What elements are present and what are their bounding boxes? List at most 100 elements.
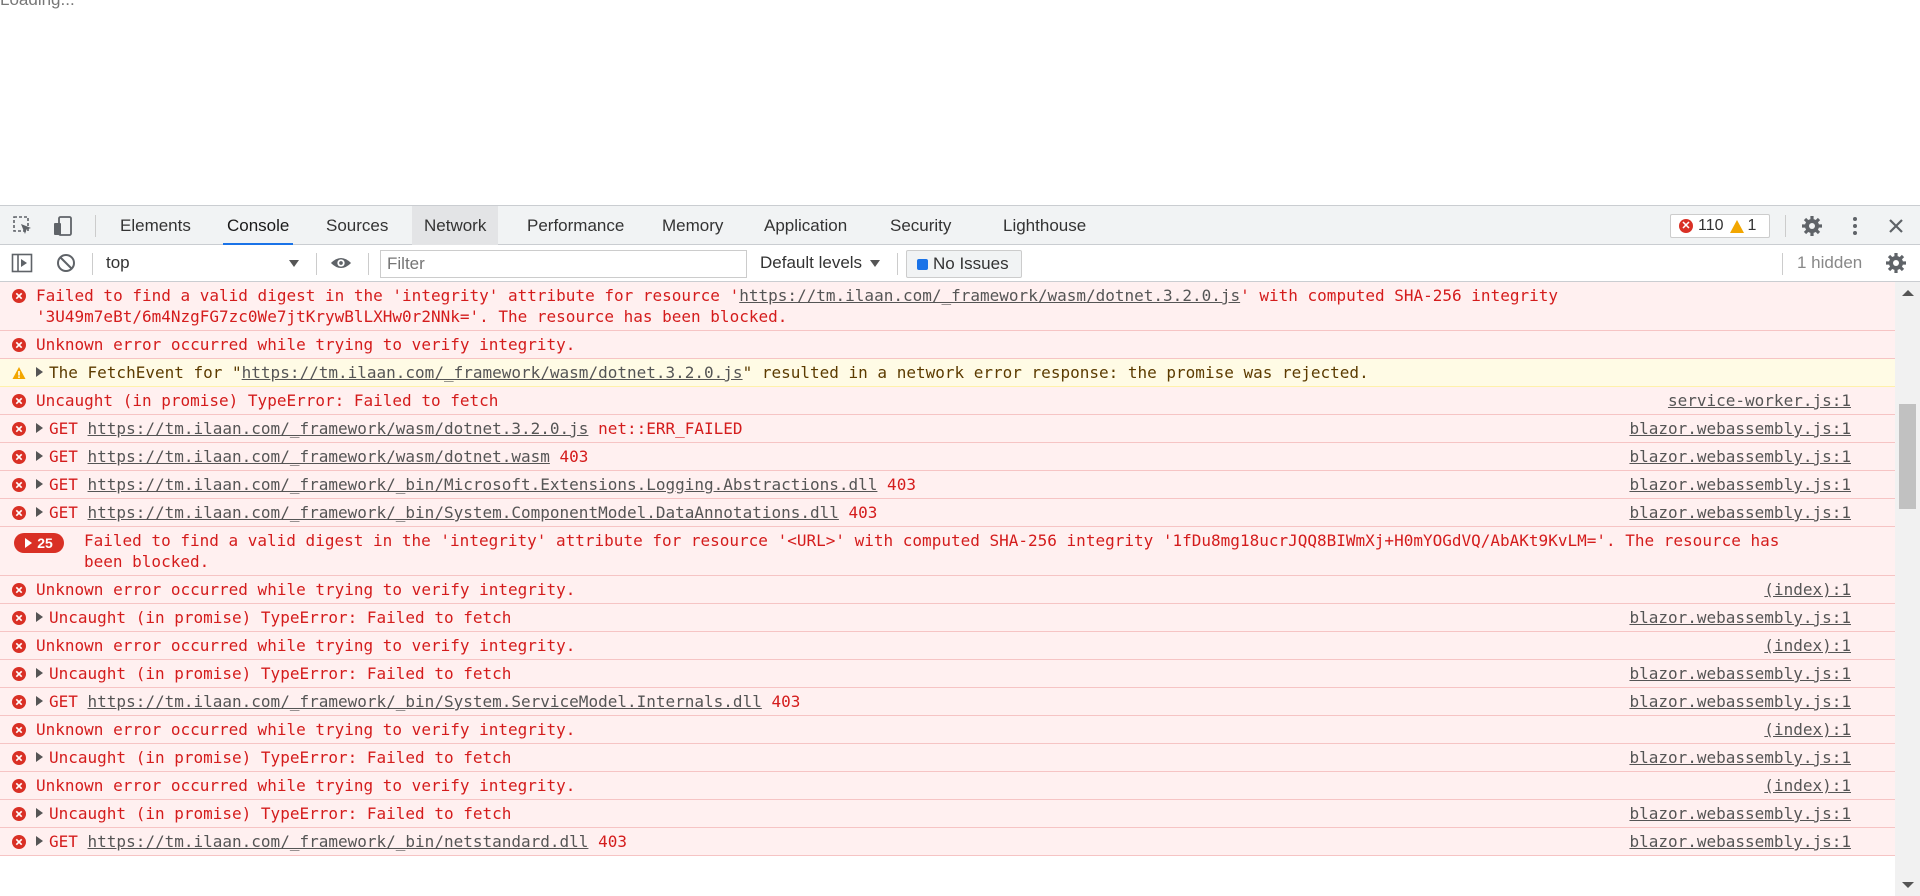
source-link[interactable]: (index):1 [1764, 775, 1851, 796]
resource-link[interactable]: https://tm.ilaan.com/_framework/_bin/Sys… [88, 692, 762, 711]
repeat-count-badge[interactable]: 25 [14, 533, 64, 553]
expand-triangle-icon[interactable] [36, 696, 43, 706]
live-expression-eye-icon[interactable] [330, 252, 352, 274]
source-link[interactable]: (index):1 [1764, 635, 1851, 656]
clear-console-icon[interactable] [55, 252, 77, 274]
console-error-message[interactable]: Uncaught (in promise) TypeError: Failed … [0, 800, 1895, 828]
tab-console[interactable]: Console [222, 206, 294, 245]
expand-triangle-icon[interactable] [36, 479, 43, 489]
source-link[interactable]: service-worker.js:1 [1668, 390, 1851, 411]
console-error-message: Uncaught (in promise) TypeError: Failed … [0, 387, 1895, 415]
tab-application[interactable]: Application [764, 206, 847, 245]
message-text: Unknown error occurred while trying to v… [36, 776, 575, 795]
message-text: Failed to find a valid digest in the 'in… [36, 286, 1558, 326]
console-error-message[interactable]: GET https://tm.ilaan.com/_framework/wasm… [0, 415, 1895, 443]
toolbar-divider [368, 253, 369, 275]
console-error-message[interactable]: GET https://tm.ilaan.com/_framework/_bin… [0, 828, 1895, 856]
message-fragment: Uncaught (in promise) TypeError: Failed … [49, 748, 512, 767]
tab-sources[interactable]: Sources [326, 206, 388, 245]
context-selector[interactable]: top [100, 251, 305, 275]
source-link[interactable]: blazor.webassembly.js:1 [1629, 747, 1851, 768]
source-link[interactable]: blazor.webassembly.js:1 [1629, 607, 1851, 628]
issue-counts-badge[interactable]: ✕ 110 1 [1670, 214, 1770, 238]
console-error-message: Failed to find a valid digest in the 'in… [0, 282, 1895, 331]
filter-input[interactable] [380, 250, 747, 278]
tab-network[interactable]: Network [412, 206, 499, 245]
tab-memory[interactable]: Memory [662, 206, 723, 245]
source-link[interactable]: blazor.webassembly.js:1 [1629, 691, 1851, 712]
resource-link[interactable]: https://tm.ilaan.com/_framework/wasm/dot… [242, 363, 743, 382]
console-warning-message[interactable]: The FetchEvent for "https://tm.ilaan.com… [0, 359, 1895, 387]
resource-link[interactable]: https://tm.ilaan.com/_framework/_bin/Sys… [88, 503, 839, 522]
console-error-message[interactable]: GET https://tm.ilaan.com/_framework/_bin… [0, 688, 1895, 716]
message-fragment: GET [49, 447, 88, 466]
resource-link[interactable]: https://tm.ilaan.com/_framework/_bin/Mic… [88, 475, 878, 494]
resource-link[interactable]: https://tm.ilaan.com/_framework/wasm/dot… [88, 447, 550, 466]
source-link[interactable]: blazor.webassembly.js:1 [1629, 803, 1851, 824]
source-link[interactable]: blazor.webassembly.js:1 [1629, 502, 1851, 523]
settings-gear-icon[interactable] [1801, 215, 1823, 237]
error-icon [12, 806, 26, 825]
expand-triangle-icon[interactable] [36, 423, 43, 433]
console-error-message: 25 Failed to find a valid digest in the '… [0, 527, 1895, 576]
scroll-down-arrow-icon[interactable] [1902, 882, 1914, 888]
source-link[interactable]: blazor.webassembly.js:1 [1629, 446, 1851, 467]
console-error-message[interactable]: GET https://tm.ilaan.com/_framework/_bin… [0, 499, 1895, 527]
message-fragment: Uncaught (in promise) TypeError: Failed … [49, 608, 512, 627]
resource-link[interactable]: https://tm.ilaan.com/_framework/wasm/dot… [739, 286, 1240, 305]
error-icon [12, 610, 26, 629]
console-error-message[interactable]: GET https://tm.ilaan.com/_framework/_bin… [0, 471, 1895, 499]
console-toolbar: top Default levels No Issues 1 hidden [0, 245, 1920, 282]
message-fragment: 403 [549, 447, 589, 466]
expand-triangle-icon[interactable] [36, 612, 43, 622]
message-fragment: Uncaught (in promise) TypeError: Failed … [49, 804, 512, 823]
tab-security[interactable]: Security [890, 206, 951, 245]
source-link[interactable]: blazor.webassembly.js:1 [1629, 831, 1851, 852]
resource-link[interactable]: https://tm.ilaan.com/_framework/wasm/dot… [88, 419, 589, 438]
message-text: GET https://tm.ilaan.com/_framework/_bin… [36, 503, 877, 522]
console-scrollbar[interactable] [1895, 282, 1920, 896]
close-icon[interactable] [1885, 215, 1907, 237]
resource-link[interactable]: https://tm.ilaan.com/_framework/_bin/net… [88, 832, 589, 851]
source-link[interactable]: blazor.webassembly.js:1 [1629, 474, 1851, 495]
expand-triangle-icon[interactable] [36, 836, 43, 846]
scroll-up-arrow-icon[interactable] [1902, 290, 1914, 296]
expand-triangle-icon[interactable] [36, 507, 43, 517]
more-options-icon[interactable] [1844, 215, 1866, 237]
console-settings-gear-icon[interactable] [1885, 252, 1907, 274]
message-fragment: Failed to find a valid digest in the 'in… [84, 531, 1780, 571]
expand-triangle-icon[interactable] [36, 668, 43, 678]
console-error-message[interactable]: Uncaught (in promise) TypeError: Failed … [0, 604, 1895, 632]
console-error-message[interactable]: GET https://tm.ilaan.com/_framework/wasm… [0, 443, 1895, 471]
console-error-message[interactable]: Uncaught (in promise) TypeError: Failed … [0, 660, 1895, 688]
console-error-message[interactable]: Uncaught (in promise) TypeError: Failed … [0, 744, 1895, 772]
inspect-element-icon[interactable] [12, 215, 34, 237]
issues-button[interactable]: No Issues [906, 250, 1022, 278]
expand-triangle-icon[interactable] [36, 367, 43, 377]
tab-elements[interactable]: Elements [120, 206, 191, 245]
show-sidebar-icon[interactable] [11, 252, 33, 274]
error-icon [12, 834, 26, 853]
expand-triangle-icon[interactable] [36, 451, 43, 461]
warning-icon [1729, 219, 1744, 233]
tab-lighthouse[interactable]: Lighthouse [1003, 206, 1086, 245]
dropdown-arrow-icon [289, 260, 299, 267]
message-fragment: Failed to find a valid digest in the 'in… [36, 286, 740, 305]
message-fragment: 403 [877, 475, 916, 494]
source-link[interactable]: blazor.webassembly.js:1 [1629, 418, 1851, 439]
message-fragment: Unknown error occurred while trying to v… [36, 720, 576, 739]
source-link[interactable]: (index):1 [1764, 579, 1851, 600]
expand-triangle-icon [25, 538, 33, 548]
console-error-message: Unknown error occurred while trying to v… [0, 632, 1895, 660]
toolbar-divider [1782, 253, 1783, 275]
expand-triangle-icon[interactable] [36, 752, 43, 762]
log-levels-dropdown[interactable]: Default levels [760, 251, 881, 275]
issues-label: No Issues [933, 254, 1009, 273]
device-toolbar-icon[interactable] [52, 215, 74, 237]
source-link[interactable]: blazor.webassembly.js:1 [1629, 663, 1851, 684]
message-text: Uncaught (in promise) TypeError: Failed … [36, 748, 511, 767]
scrollbar-thumb[interactable] [1899, 404, 1916, 509]
tab-performance[interactable]: Performance [527, 206, 624, 245]
expand-triangle-icon[interactable] [36, 808, 43, 818]
source-link[interactable]: (index):1 [1764, 719, 1851, 740]
